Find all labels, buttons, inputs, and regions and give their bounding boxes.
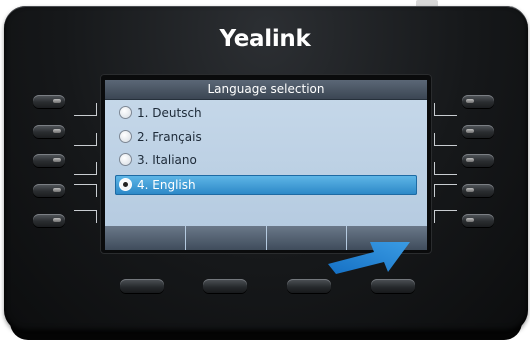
led-indicator [466,188,474,192]
line-key-left-2[interactable] [33,125,65,138]
line-key-connector [434,103,457,116]
radio-unchecked-icon [119,153,132,166]
screen-title: Language selection [105,80,427,100]
language-option-italiano[interactable]: 3. Italiano [115,150,417,170]
led-indicator [53,158,61,162]
language-option-english[interactable]: 4. English [115,175,417,195]
language-option-francais[interactable]: 2. Français [115,127,417,147]
led-indicator [466,129,474,133]
line-key-left-5[interactable] [33,214,65,227]
language-option-label: 1. Deutsch [137,106,202,120]
line-key-right-5[interactable] [462,214,494,227]
radio-unchecked-icon [119,106,132,119]
line-key-connector [74,133,97,146]
radio-dot [123,182,128,187]
language-option-label: 4. English [137,178,196,192]
language-option-label: 2. Français [137,130,202,144]
language-option-label: 3. Italiano [137,153,197,167]
soft-key-1[interactable] [120,279,164,293]
led-indicator [53,129,61,133]
arrow-pointing-softkey-4-icon [328,242,410,274]
line-key-connector [74,103,97,116]
led-indicator [53,99,61,103]
soft-key-2[interactable] [203,279,247,293]
led-indicator [466,99,474,103]
soft-key-4[interactable] [371,279,415,293]
brand-logo: Yealink [219,26,311,52]
line-key-right-2[interactable] [462,125,494,138]
led-indicator [53,218,61,222]
line-key-right-1[interactable] [462,95,494,108]
line-key-connector [434,210,457,223]
soft-key-3[interactable] [287,279,331,293]
line-key-connector [434,184,457,197]
line-key-left-1[interactable] [33,95,65,108]
line-key-right-4[interactable] [462,184,494,197]
line-key-connector [74,184,97,197]
softkey-label-2 [185,226,266,250]
line-key-connector [74,162,97,175]
led-indicator [466,158,474,162]
line-key-connector [434,162,457,175]
language-option-deutsch[interactable]: 1. Deutsch [115,103,417,123]
line-key-right-3[interactable] [462,154,494,167]
line-key-connector [434,133,457,146]
line-key-left-4[interactable] [33,184,65,197]
line-key-left-3[interactable] [33,154,65,167]
radio-checked-icon [119,178,132,191]
softkey-label-1 [105,226,185,250]
line-key-connector [74,210,97,223]
led-indicator [53,188,61,192]
led-indicator [466,218,474,222]
radio-unchecked-icon [119,130,132,143]
